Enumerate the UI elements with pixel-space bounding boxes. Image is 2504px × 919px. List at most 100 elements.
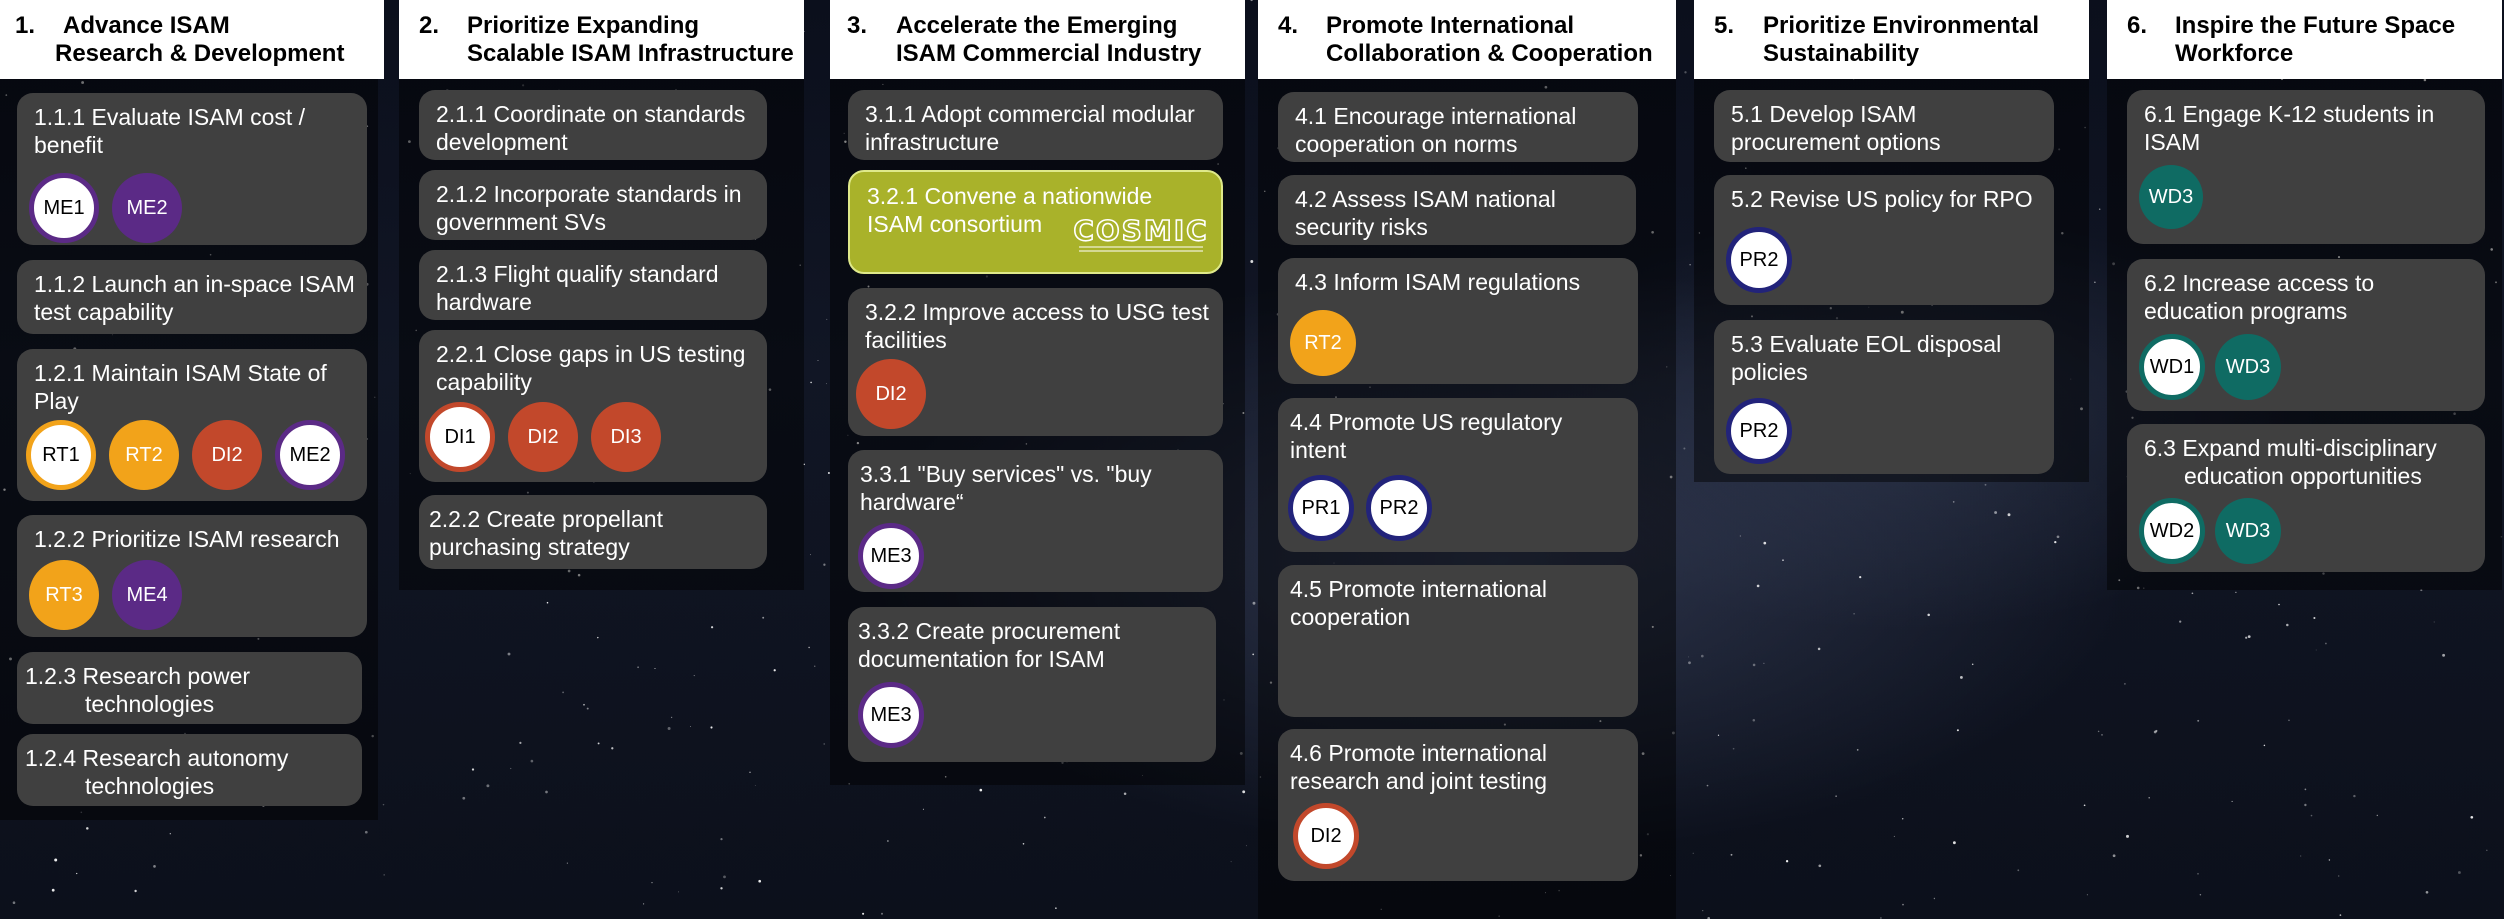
star	[809, 554, 811, 556]
badge-wd3[interactable]: WD3	[2215, 498, 2281, 564]
task-card-4-6[interactable]: 4.6 Promote international research and j…	[1278, 729, 1638, 881]
star	[566, 862, 568, 864]
badge-me4[interactable]: ME4	[112, 560, 182, 630]
star	[754, 784, 756, 786]
badge-label: DI3	[610, 426, 642, 448]
badge-me1[interactable]: ME1	[29, 173, 99, 243]
badge-di3[interactable]: DI3	[591, 402, 661, 472]
star	[1245, 845, 1247, 847]
task-card-1-2-2[interactable]: 1.2.2 Prioritize ISAM research RT3 ME4	[17, 515, 367, 637]
task-card-2-1-1[interactable]: 2.1.1 Coordinate on standards developmen…	[419, 90, 767, 160]
task-card-6-3[interactable]: 6.3 Expand multi-disciplinary education …	[2127, 424, 2485, 572]
task-card-2-1-2[interactable]: 2.1.2 Incorporate standards in governmen…	[419, 170, 767, 240]
badge-pr2[interactable]: PR2	[1366, 475, 1432, 541]
task-card-3-3-2[interactable]: 3.3.2 Create procurement documentation f…	[848, 607, 1216, 762]
star	[169, 833, 171, 835]
star	[749, 771, 751, 773]
star	[2179, 620, 2182, 623]
badge-di2[interactable]: DI2	[856, 359, 926, 429]
star	[562, 691, 564, 694]
column-title-line-2: Collaboration & Cooperation	[1326, 40, 1653, 67]
badge-me2[interactable]: ME2	[275, 420, 345, 490]
task-card-2-2-1[interactable]: 2.2.1 Close gaps in US testing capabilit…	[419, 330, 767, 482]
column-1: 1. Advance ISAM Research & Development 1…	[0, 0, 384, 820]
badge-me3[interactable]: ME3	[858, 523, 924, 589]
star	[762, 616, 765, 619]
badge-pr1[interactable]: PR1	[1288, 475, 1354, 541]
badge-di2[interactable]: DI2	[192, 420, 262, 490]
task-card-4-1[interactable]: 4.1 Encourage international cooperation …	[1278, 92, 1638, 162]
column-number: 1.	[15, 12, 36, 39]
badge-label: ME1	[43, 197, 85, 219]
task-card-5-1[interactable]: 5.1 Develop ISAM procurement options	[1714, 90, 2054, 162]
badge-me2[interactable]: ME2	[112, 173, 182, 243]
column-number: 4.	[1278, 12, 1299, 39]
task-card-4-4[interactable]: 4.4 Promote US regulatory intent PR1 PR2	[1278, 398, 1638, 552]
badge-me3[interactable]: ME3	[858, 682, 924, 748]
task-card-1-2-4[interactable]: 1.2.4 Research autonomy technologies	[17, 734, 362, 806]
star	[2304, 788, 2307, 791]
task-card-2-1-3[interactable]: 2.1.3 Flight qualify standard hardware	[419, 250, 767, 320]
star	[773, 669, 776, 672]
task-card-3-2-2[interactable]: 3.2.2 Improve access to USG test facilit…	[848, 288, 1223, 436]
task-card-1-1-2[interactable]: 1.1.2 Launch an in-space ISAM test capab…	[17, 260, 367, 334]
task-card-1-2-1[interactable]: 1.2.1 Maintain ISAM State of Play RT1 RT…	[17, 349, 367, 501]
task-card-4-3[interactable]: 4.3 Inform ISAM regulations RT2	[1278, 258, 1638, 384]
star	[1763, 541, 1767, 545]
task-card-1-2-3[interactable]: 1.2.3 Research power technologies	[17, 652, 362, 724]
badge-label: PR2	[1739, 420, 1779, 442]
badge-rt3[interactable]: RT3	[29, 560, 99, 630]
star	[720, 838, 723, 841]
task-card-3-3-1[interactable]: 3.3.1 "Buy services" vs. "buy hardware“ …	[848, 450, 1223, 592]
badge-di2[interactable]: DI2	[508, 402, 578, 472]
task-card-label: 2.2.2 Create propellant purchasing strat…	[429, 506, 663, 560]
badge-wd3[interactable]: WD3	[2139, 165, 2203, 229]
badge-label: PR2	[1739, 249, 1779, 271]
badge-di2[interactable]: DI2	[1293, 803, 1359, 869]
task-card-label: 6.1 Engage K-12 students in ISAM	[2144, 101, 2435, 155]
task-card-6-2[interactable]: 6.2 Increase access to education program…	[2127, 259, 2485, 411]
star	[2315, 649, 2317, 651]
task-card-label: 5.3 Evaluate EOL disposal policies	[1731, 331, 2002, 385]
badge-rt2[interactable]: RT2	[1290, 310, 1356, 376]
star	[2112, 854, 2116, 858]
task-card-label: 2.2.1 Close gaps in US testing capabilit…	[436, 341, 746, 395]
badge-label: ME4	[126, 584, 168, 606]
badge-rt1[interactable]: RT1	[26, 420, 96, 490]
star	[2425, 890, 2429, 894]
star	[1818, 864, 1822, 868]
task-card-4-5[interactable]: 4.5 Promote international cooperation	[1278, 565, 1638, 717]
column-title-line-2: ISAM Commercial Industry	[896, 40, 1202, 67]
badge-pr2[interactable]: PR2	[1726, 398, 1792, 464]
task-card-label: 4.5 Promote international cooperation	[1290, 576, 1547, 630]
star	[651, 881, 653, 884]
task-card-3-1-1[interactable]: 3.1.1 Adopt commercial modular infrastru…	[848, 90, 1223, 160]
task-card-5-2[interactable]: 5.2 Revise US policy for RPO PR2	[1714, 175, 2054, 305]
task-card-3-2-1[interactable]: 3.2.1 Convene a nationwide ISAM consorti…	[848, 170, 1223, 274]
task-card-1-1-1[interactable]: 1.1.1 Evaluate ISAM cost / benefit ME1 M…	[17, 93, 367, 245]
badge-rt2[interactable]: RT2	[109, 420, 179, 490]
task-card-2-2-2[interactable]: 2.2.2 Create propellant purchasing strat…	[419, 495, 767, 569]
task-card-4-2[interactable]: 4.2 Assess ISAM national security risks	[1278, 175, 1636, 245]
star	[519, 741, 522, 745]
star	[51, 888, 55, 892]
badge-wd1[interactable]: WD1	[2139, 334, 2205, 400]
star	[1959, 675, 1963, 679]
badge-row: PR1 PR2	[1288, 475, 1432, 541]
star	[2123, 682, 2126, 685]
star	[643, 903, 645, 905]
badge-pr2[interactable]: PR2	[1726, 227, 1792, 293]
star	[678, 891, 680, 893]
task-card-5-3[interactable]: 5.3 Evaluate EOL disposal policies PR2	[1714, 320, 2054, 474]
star	[2083, 804, 2086, 807]
task-card-6-1[interactable]: 6.1 Engage K-12 students in ISAM WD3	[2127, 90, 2485, 244]
star	[134, 889, 137, 893]
star	[2126, 834, 2129, 838]
badge-wd3[interactable]: WD3	[2215, 334, 2281, 400]
badge-label: WD2	[2149, 520, 2195, 542]
badge-di1[interactable]: DI1	[425, 402, 495, 472]
star	[710, 726, 713, 729]
badge-wd2[interactable]: WD2	[2139, 498, 2205, 564]
star	[471, 768, 475, 771]
star	[2470, 815, 2474, 819]
